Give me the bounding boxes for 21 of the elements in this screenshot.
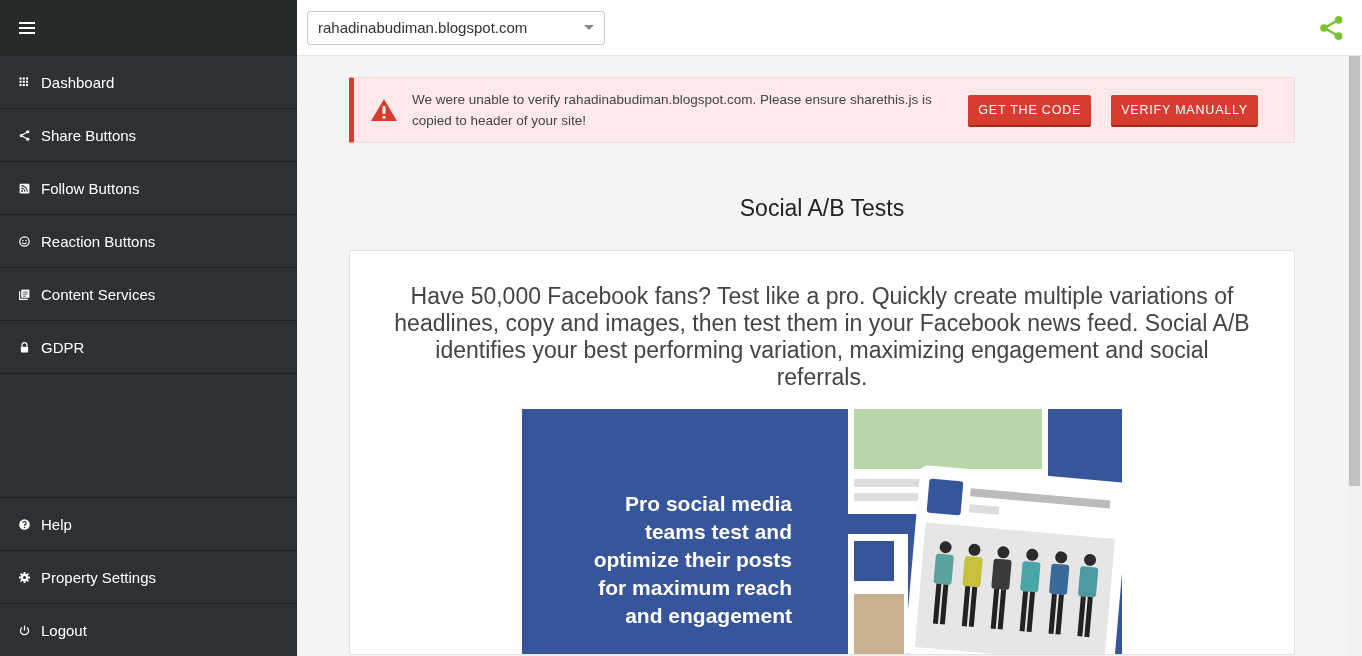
- property-select[interactable]: rahadinabudiman.blogspot.com: [307, 10, 605, 45]
- grid-icon: [18, 75, 31, 89]
- power-icon: [18, 623, 31, 637]
- alert-button[interactable]: VERIFY MANUALLY: [1111, 95, 1258, 125]
- help-icon: [18, 517, 31, 531]
- smiley-icon: [18, 234, 31, 248]
- page-title: Social A/B Tests: [738, 195, 906, 222]
- rss-icon: [18, 181, 31, 195]
- caret-icon: [584, 25, 594, 30]
- alert-message: We were unable to verify rahadinabudiman.blogspot.com. Please ensure sharethis.js is copied to header of your site!: [412, 91, 933, 130]
- settings-icon: [18, 570, 31, 584]
- menu-icon[interactable]: [19, 22, 35, 34]
- share-icon: [18, 128, 31, 142]
- promo-text: Pro social media teams test and optimize their posts for maximum reach and engagement: [592, 490, 792, 629]
- lock-icon: [18, 340, 31, 354]
- sidebar-item[interactable]: Logout: [0, 604, 297, 656]
- share-icon[interactable]: [1318, 14, 1344, 41]
- description-text: Have 50,000 Facebook fans? Test like a pro. Quickly create multiple variations of headlines, copy and images, then test them in your Facebook news feed. Social A/B identifies your best performing variation, maximizing engagement and social referrals.: [393, 283, 1251, 391]
- warning-icon: [370, 98, 398, 122]
- newspaper-icon: [18, 287, 31, 301]
- alert-button[interactable]: GET THE CODE: [968, 95, 1092, 125]
